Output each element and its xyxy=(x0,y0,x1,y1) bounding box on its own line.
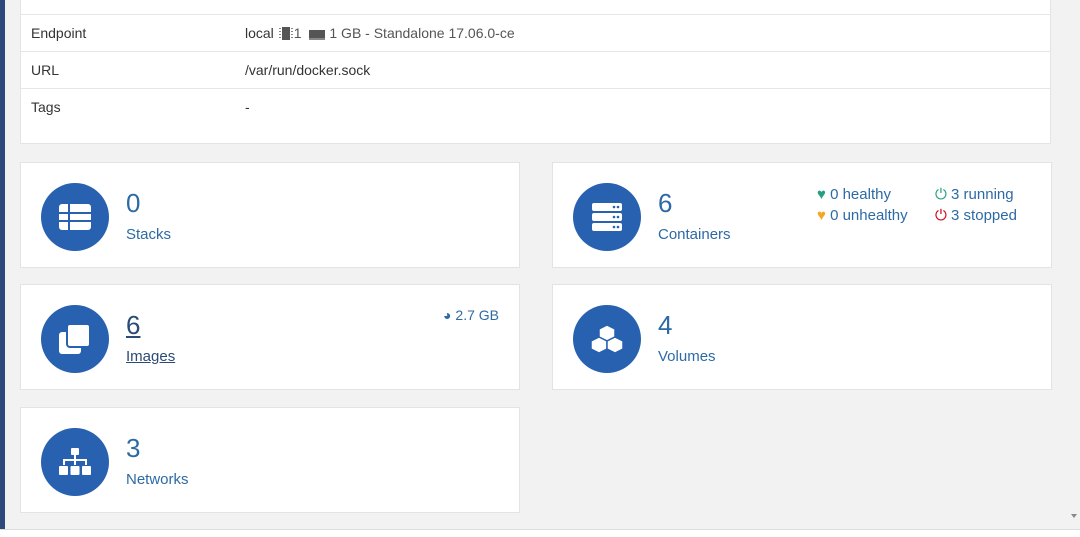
sitemap-icon xyxy=(41,428,109,496)
memory-icon xyxy=(309,30,326,40)
tags-key: Tags xyxy=(21,88,245,126)
networks-count: 3 xyxy=(126,433,141,463)
bottom-edge xyxy=(0,529,1080,537)
images-count[interactable]: 6 xyxy=(126,309,140,341)
networks-label: Networks xyxy=(126,471,189,488)
cpu-icon xyxy=(278,27,293,40)
clone-icon xyxy=(41,305,109,373)
images-size: ◕ 2.7 GB xyxy=(443,307,499,323)
scrollbar[interactable] xyxy=(1068,0,1080,530)
stacks-count: 0 xyxy=(126,188,141,218)
stacks-label: Stacks xyxy=(126,226,172,243)
images-label[interactable]: Images xyxy=(126,348,175,365)
power-icon: ⏻ xyxy=(935,207,947,224)
cubes-icon xyxy=(573,305,641,373)
power-icon: ⏻ xyxy=(935,186,947,203)
scroll-down-arrow-icon[interactable] xyxy=(1071,514,1077,518)
table-row: Tags - xyxy=(21,88,1050,126)
endpoint-info-table: Endpoint local 1 1 GB - Standalone 17.06… xyxy=(21,14,1050,126)
table-row: Endpoint local 1 1 GB - Standalone 17.06… xyxy=(21,14,1050,52)
healthy-text: 0 healthy xyxy=(830,186,891,203)
endpoint-info-panel: Endpoint local 1 1 GB - Standalone 17.06… xyxy=(20,0,1051,144)
endpoint-key: Endpoint xyxy=(21,14,245,52)
networks-card[interactable]: 3 Networks xyxy=(20,407,520,513)
healthy-status: ♥ 0 healthy xyxy=(817,184,891,205)
containers-label: Containers xyxy=(658,226,731,243)
running-text: 3 running xyxy=(951,186,1014,203)
memory-size: 1 GB xyxy=(329,25,362,41)
server-icon xyxy=(573,183,641,251)
unhealthy-text: 0 unhealthy xyxy=(830,207,908,224)
endpoint-mode: - Standalone 17.06.0-ce xyxy=(365,25,515,41)
containers-card[interactable]: 6 Containers ♥ 0 healthy ♥ 0 unhealthy ⏻… xyxy=(552,162,1052,268)
images-card[interactable]: 6 Images ◕ 2.7 GB xyxy=(20,284,520,390)
containers-count: 6 xyxy=(658,188,673,218)
stopped-text: 3 stopped xyxy=(951,207,1017,224)
url-value: /var/run/docker.sock xyxy=(245,51,1050,89)
sidebar-edge xyxy=(0,0,5,530)
endpoint-name: local xyxy=(245,25,274,41)
volumes-label: Volumes xyxy=(658,348,716,365)
endpoint-value: local 1 1 GB - Standalone 17.06.0-ce xyxy=(245,14,1050,52)
url-key: URL xyxy=(21,51,245,89)
stopped-status: ⏻ 3 stopped xyxy=(935,205,1017,226)
stacks-icon xyxy=(41,183,109,251)
heartbeat-icon: ♥ xyxy=(817,207,826,224)
volumes-count: 4 xyxy=(658,310,673,340)
unhealthy-status: ♥ 0 unhealthy xyxy=(817,205,908,226)
table-row: URL /var/run/docker.sock xyxy=(21,51,1050,89)
stacks-card[interactable]: 0 Stacks xyxy=(20,162,520,268)
images-size-text: 2.7 GB xyxy=(455,307,499,323)
pie-chart-icon: ◕ xyxy=(443,307,452,323)
running-status: ⏻ 3 running xyxy=(935,184,1014,205)
cpu-count: 1 xyxy=(293,25,302,41)
heartbeat-icon: ♥ xyxy=(817,186,826,203)
volumes-card[interactable]: 4 Volumes xyxy=(552,284,1052,390)
tags-value: - xyxy=(245,88,1050,126)
